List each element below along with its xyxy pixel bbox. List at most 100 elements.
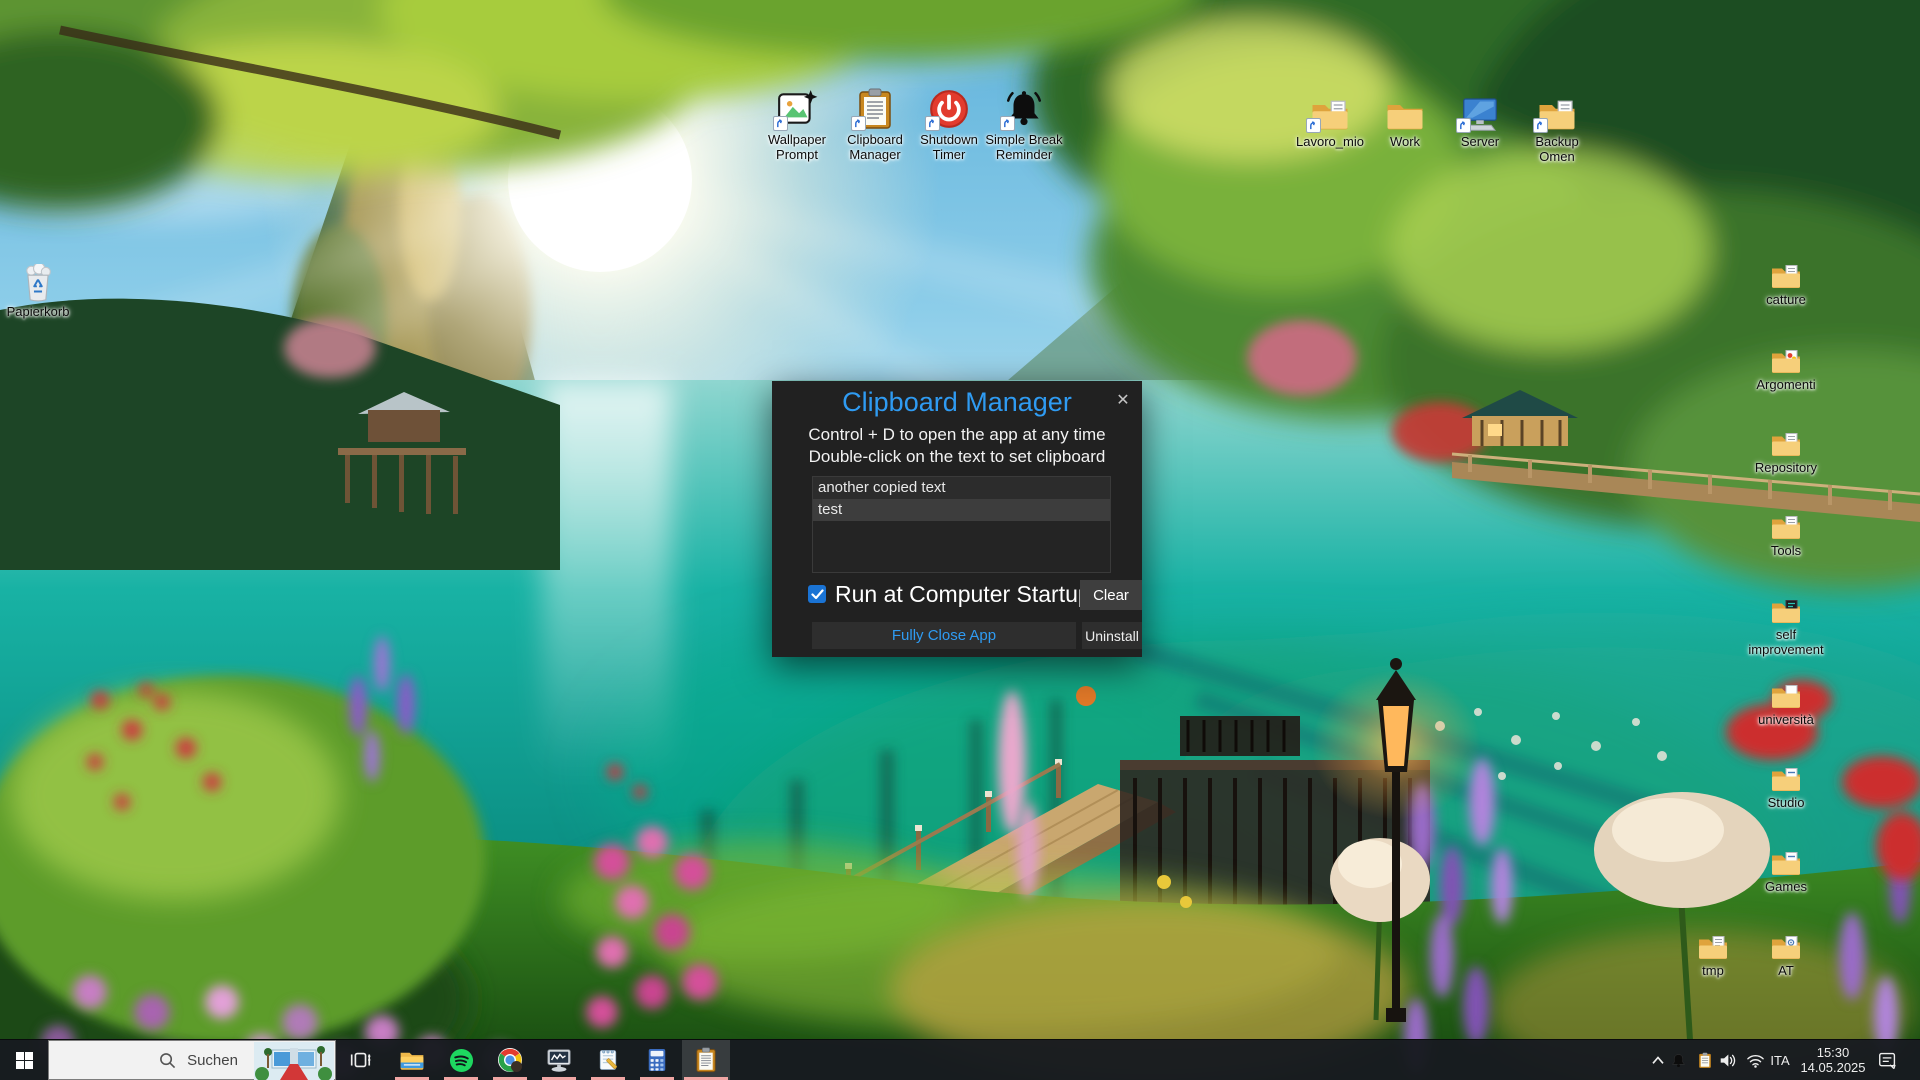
icon-label: tmp [1671, 963, 1755, 978]
folder-icon [1769, 678, 1803, 710]
desktop-icon-server[interactable]: Server [1442, 88, 1518, 149]
desktop-icon-backup-omen[interactable]: BackupOmen [1519, 88, 1595, 164]
desktop-icon-universita[interactable]: università [1744, 678, 1828, 727]
folder-icon [1769, 343, 1803, 375]
spotify-icon [449, 1048, 474, 1073]
tray-clock[interactable]: 15:30 14.05.2025 [1795, 1040, 1871, 1080]
icon-label: self [1744, 627, 1828, 642]
desktop-icon-simple-break-reminder[interactable]: Simple BreakReminder [981, 86, 1067, 162]
icon-label: Repository [1744, 460, 1828, 475]
tray-volume[interactable] [1718, 1040, 1737, 1080]
fully-close-app-button[interactable]: Fully Close App [812, 622, 1076, 649]
chevron-up-icon [1651, 1055, 1665, 1065]
taskbar-clipboard-manager-active[interactable] [682, 1040, 730, 1080]
icon-label: Backup [1519, 134, 1595, 149]
icon-label: Lavoro_mio [1288, 134, 1372, 149]
icon-label: Timer [911, 147, 987, 162]
power-icon [926, 86, 972, 130]
tray-clipboard-manager[interactable] [1697, 1040, 1713, 1080]
desktop-icon-wallpaper-prompt[interactable]: WallpaperPrompt [759, 86, 835, 162]
desktop-icon-work[interactable]: Work [1367, 88, 1443, 149]
taskbar-notepad[interactable] [584, 1040, 632, 1080]
desktop-icon-clipboard-manager[interactable]: ClipboardManager [837, 86, 913, 162]
start-button[interactable] [0, 1040, 48, 1080]
icon-label: Games [1744, 879, 1828, 894]
icon-label: Prompt [759, 147, 835, 162]
action-center-icon [1878, 1051, 1897, 1070]
desktop-icon-self-improvement[interactable]: selfimprovement [1744, 593, 1828, 657]
folder-icon [1769, 509, 1803, 541]
search-highlight-image[interactable] [254, 1042, 334, 1080]
desktop-icon-argomenti[interactable]: Argomenti [1744, 343, 1828, 392]
action-center-button[interactable] [1876, 1040, 1898, 1080]
taskbar-file-explorer[interactable] [388, 1040, 436, 1080]
search-placeholder: Suchen [187, 1052, 238, 1069]
wifi-icon [1746, 1052, 1765, 1068]
desktop: WallpaperPrompt ClipboardManager Shutdow… [0, 0, 1920, 1080]
shortcut-arrow-icon [851, 116, 866, 131]
icon-label: Papierkorb [0, 304, 76, 319]
tray-language-indicator[interactable]: ITA [1766, 1040, 1794, 1080]
folder-icon [1307, 88, 1353, 132]
speaker-icon [1718, 1052, 1737, 1069]
close-icon[interactable]: ✕ [1113, 391, 1133, 411]
tray-wifi[interactable] [1746, 1040, 1765, 1080]
clipboard-icon [1698, 1052, 1712, 1069]
tray-time: 15:30 [1817, 1045, 1850, 1060]
monitor-app-icon [546, 1047, 572, 1073]
icon-label: catture [1744, 292, 1828, 307]
desktop-icon-tmp[interactable]: tmp [1671, 929, 1755, 978]
folder-icon [1769, 593, 1803, 625]
recycle-bin-icon [15, 258, 61, 302]
desktop-icon-tools[interactable]: Tools [1744, 509, 1828, 558]
folder-icon [1382, 88, 1428, 132]
folder-icon [1769, 845, 1803, 877]
desktop-icon-catture[interactable]: catture [1744, 258, 1828, 307]
folder-icon [1769, 929, 1803, 961]
desktop-icon-lavoro-mio[interactable]: Lavoro_mio [1288, 88, 1372, 149]
icon-label: AT [1744, 963, 1828, 978]
bell-icon [1670, 1052, 1687, 1069]
shortcut-arrow-icon [925, 116, 940, 131]
taskbar-monitor-app[interactable] [535, 1040, 583, 1080]
file-explorer-icon [399, 1049, 425, 1071]
icon-label: Tools [1744, 543, 1828, 558]
folder-icon [1534, 88, 1580, 132]
startup-checkbox[interactable] [808, 585, 826, 603]
icon-label: Shutdown [911, 132, 987, 147]
desktop-icon-recycle-bin[interactable]: Papierkorb [0, 258, 76, 319]
icon-label: improvement [1744, 642, 1828, 657]
windows-logo-icon [16, 1052, 33, 1069]
desktop-icon-studio[interactable]: Studio [1744, 761, 1828, 810]
shortcut-arrow-icon [1000, 116, 1015, 131]
clipboard-icon [852, 86, 898, 130]
desktop-icon-at[interactable]: AT [1744, 929, 1828, 978]
taskbar-spotify[interactable] [437, 1040, 485, 1080]
taskbar-calculator[interactable] [633, 1040, 681, 1080]
taskbar-chrome[interactable] [486, 1040, 534, 1080]
tray-bell[interactable] [1669, 1040, 1687, 1080]
icon-label: Omen [1519, 149, 1595, 164]
desktop-icon-games[interactable]: Games [1744, 845, 1828, 894]
desktop-icon-repository[interactable]: Repository [1744, 426, 1828, 475]
search-box[interactable]: Suchen [48, 1040, 336, 1080]
tray-date: 14.05.2025 [1800, 1060, 1865, 1075]
uninstall-button[interactable]: Uninstall [1082, 622, 1142, 649]
icon-label: Work [1367, 134, 1443, 149]
task-view-button[interactable] [336, 1040, 384, 1080]
icon-label: Server [1442, 134, 1518, 149]
chrome-icon [497, 1047, 523, 1073]
clipboard-icon [695, 1047, 717, 1073]
image-sparkle-icon [774, 86, 820, 130]
clipboard-item[interactable]: another copied text [813, 477, 1110, 499]
mossy-mound [0, 675, 485, 1080]
shortcut-arrow-icon [773, 116, 788, 131]
icon-label: università [1744, 712, 1828, 727]
icon-label: Reminder [981, 147, 1067, 162]
icon-label: Clipboard [837, 132, 913, 147]
icon-label: Studio [1744, 795, 1828, 810]
clear-button[interactable]: Clear [1080, 580, 1142, 610]
clipboard-item-selected[interactable]: test [813, 499, 1110, 521]
tray-show-hidden-icons[interactable] [1650, 1040, 1666, 1080]
desktop-icon-shutdown-timer[interactable]: ShutdownTimer [911, 86, 987, 162]
